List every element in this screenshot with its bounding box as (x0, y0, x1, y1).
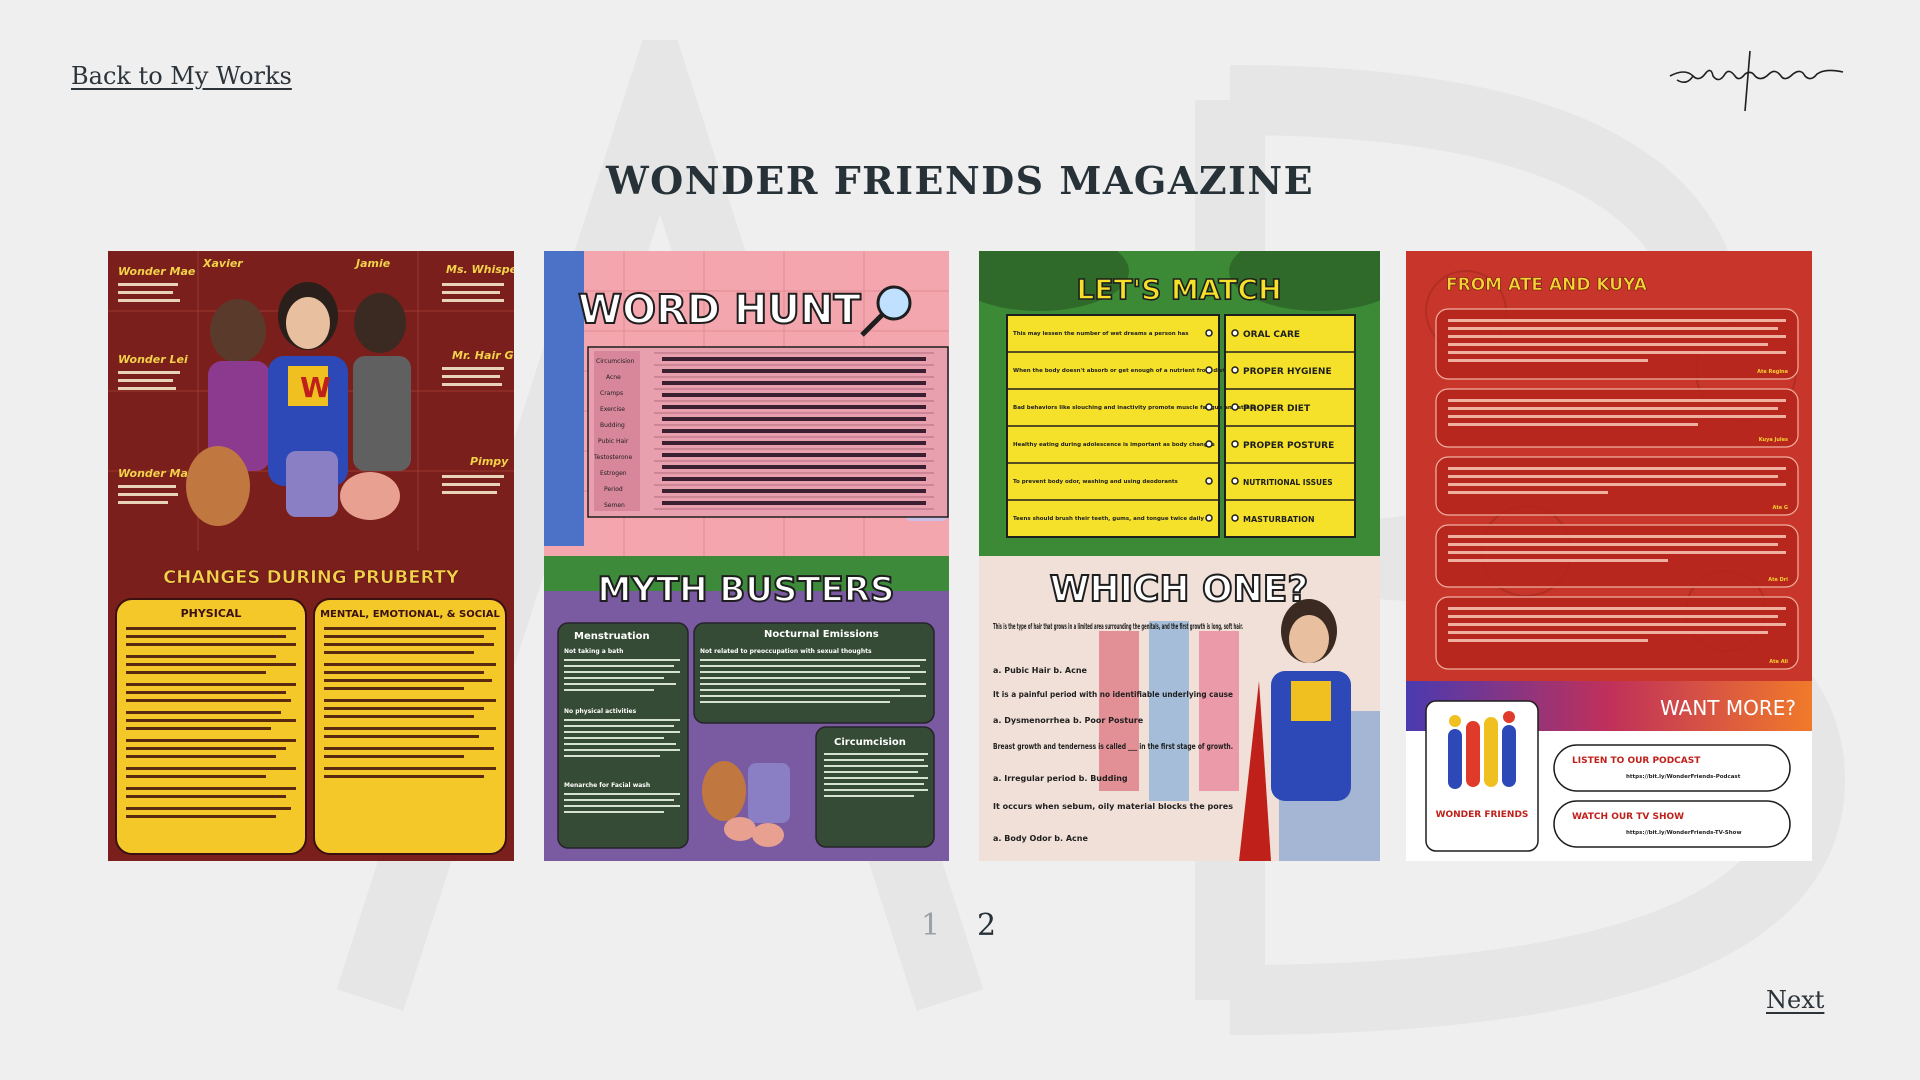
characters-heading: CHANGES DURING PRUBERTY (163, 567, 460, 588)
char-name-6: Wonder Mat (118, 467, 194, 480)
myth-col-2: Circumcision (834, 737, 906, 748)
which-line-4: Breast growth and tenderness is called _… (993, 742, 1233, 751)
match-right-1: PROPER HYGIENE (1243, 367, 1332, 377)
signature-1: Kuya Jules (1759, 437, 1788, 443)
word-7: Estrogen (600, 470, 627, 477)
lets-match-heading: LET'S MATCH (1077, 273, 1282, 306)
match-left-2: Bad behaviors like slouching and inactiv… (1013, 405, 1257, 411)
signature-0: Ate Regine (1757, 369, 1788, 375)
char-name-2: Jamie (354, 257, 391, 270)
char-name-5: Mr. Hair G (452, 349, 514, 362)
which-one-heading: WHICH ONE? (1050, 569, 1309, 610)
podcast-url: https://bit.ly/WonderFriends-Podcast (1626, 774, 1741, 780)
match-left-3: Healthy eating during adolescence is imp… (1013, 442, 1215, 448)
char-name-1: Xavier (202, 257, 243, 270)
magazine-page-characters[interactable]: Wonder Mae Xavier Jamie Ms. Whisper Wond… (108, 251, 514, 861)
word-6: Testosterone (593, 454, 632, 461)
char-name-3: Ms. Whisper (446, 263, 514, 276)
match-left-1: When the body doesn't absorb or get enou… (1013, 368, 1226, 374)
which-line-1: a. Pubic Hair b. Acne (993, 666, 1088, 675)
match-right-0: ORAL CARE (1243, 330, 1300, 340)
char-name-0: Wonder Mae (118, 265, 196, 278)
back-to-works-link[interactable]: Back to My Works (71, 62, 292, 90)
char-name-7: Pimpy (470, 455, 509, 468)
match-left-4: To prevent body odor, washing and using … (1013, 479, 1179, 485)
char-name-4: Wonder Lei (118, 353, 188, 366)
match-right-2: PROPER DIET (1243, 404, 1311, 414)
match-right-5: MASTURBATION (1243, 515, 1315, 524)
page-title: WONDER FRIENDS MAGAZINE (605, 158, 1315, 203)
signature-4: Ate Ali (1769, 659, 1788, 665)
physical-heading: PHYSICAL (181, 607, 242, 620)
match-left-5: Teens should brush their teeth, gums, an… (1013, 516, 1204, 522)
word-2: Cramps (600, 390, 623, 397)
match-right-3: PROPER POSTURE (1243, 441, 1334, 451)
myth-col-0: Menstruation (574, 631, 650, 642)
myth-item-1: Not related to preoccupation with sexual… (700, 648, 872, 655)
signature-2: Ate G (1773, 505, 1789, 511)
which-line-7: a. Body Odor b. Acne (993, 834, 1088, 843)
which-line-3: a. Dysmenorrhea b. Poor Posture (993, 716, 1144, 725)
tv-label: WATCH OUR TV SHOW (1572, 812, 1684, 822)
word-0: Circumcision (596, 358, 635, 365)
match-right-4: NUTRITIONAL ISSUES (1243, 478, 1333, 487)
signature-logo (1669, 50, 1844, 112)
next-link[interactable]: Next (1766, 986, 1824, 1014)
which-line-6: It occurs when sebum, oily material bloc… (993, 802, 1233, 811)
word-5: Pubic Hair (598, 438, 629, 445)
mental-heading: MENTAL, EMOTIONAL, & SOCIAL (320, 609, 500, 620)
page-2-link[interactable]: 2 (977, 908, 996, 943)
hero-logo: W (300, 371, 331, 404)
word-8: Period (604, 486, 623, 493)
magazine-page-ate-kuya[interactable]: FROM ATE AND KUYA Ate Regine Kuya Jules … (1406, 251, 1812, 861)
logo-text: WONDER FRIENDS (1436, 810, 1529, 820)
want-more-heading: WANT MORE? (1660, 696, 1796, 720)
myth-item-3: Menarche for Facial wash (564, 782, 650, 789)
page-1-link[interactable]: 1 (921, 908, 940, 943)
signature-3: Ate Dri (1768, 577, 1788, 583)
which-line-0: This is the type of hair that grows in a… (993, 622, 1243, 631)
ate-kuya-heading: FROM ATE AND KUYA (1446, 275, 1648, 295)
word-9: Semen (604, 502, 625, 509)
myth-item-0: Not taking a bath (564, 648, 623, 655)
myth-busters-heading: MYTH BUSTERS (597, 570, 894, 610)
magazine-page-word-hunt[interactable]: WORD HUNT Circumcision Acne Cramps Exerc… (544, 251, 949, 861)
which-line-5: a. Irregular period b. Budding (993, 774, 1128, 783)
tv-url: https://bit.ly/WonderFriends-TV-Show (1626, 830, 1742, 836)
magazine-page-lets-match[interactable]: LET'S MATCH This may lessen the number o… (979, 251, 1380, 861)
myth-item-2: No physical activities (564, 708, 637, 715)
which-line-2: It is a painful period with no identifia… (993, 690, 1234, 699)
match-left-0: This may lessen the number of wet dreams… (1013, 331, 1189, 337)
podcast-label: LISTEN TO OUR PODCAST (1572, 756, 1701, 766)
word-1: Acne (606, 374, 621, 381)
myth-col-1: Nocturnal Emissions (764, 629, 879, 640)
word-3: Exercise (600, 406, 625, 413)
word-4: Budding (600, 422, 625, 429)
word-hunt-heading: WORD HUNT (578, 287, 861, 333)
